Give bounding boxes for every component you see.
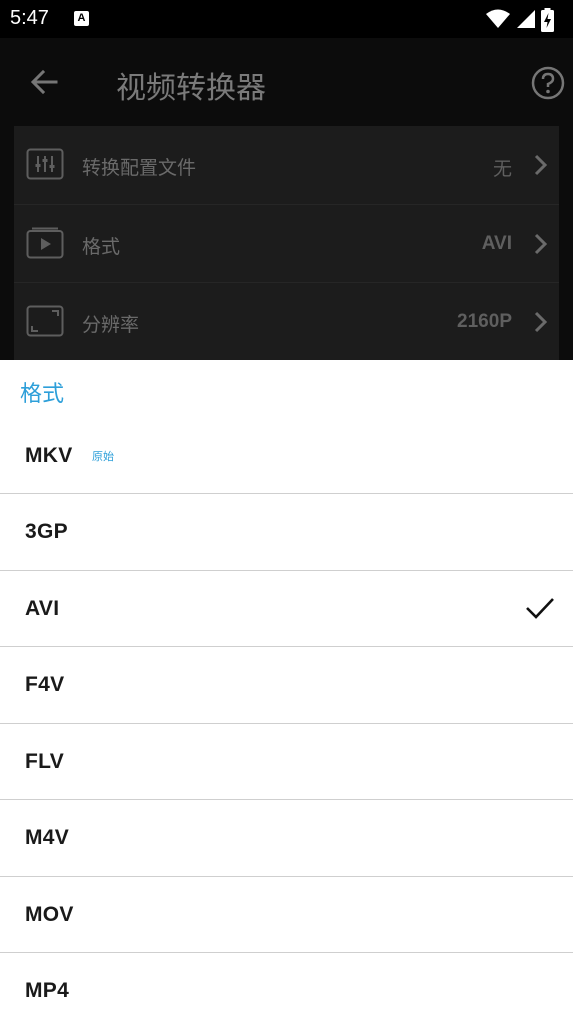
format-option-label: MKV [25,444,73,467]
background-content: 转换配置文件 无 格式 AVI 分辨率 2160P [0,126,573,360]
settings-value-resolution: 2160P [457,311,512,332]
format-option-flv[interactable]: FLV [0,724,573,800]
format-option-label: FLV [25,749,65,773]
original-badge: 原始 [92,450,114,463]
page-title: 视频转换器 [116,71,266,106]
settings-card: 转换配置文件 无 格式 AVI 分辨率 2160P [14,126,559,360]
cellular-signal-icon [517,10,535,28]
chevron-right-icon [534,154,548,176]
chevron-right-icon [534,233,548,255]
format-option-label: F4V [25,673,65,696]
format-option-m4v[interactable]: M4V [0,800,573,877]
settings-value-format: AVI [481,233,512,254]
settings-label-profile: 转换配置文件 [82,157,197,179]
wifi-icon [486,9,510,28]
format-list: MKV 原始 3GP AVI F4V FLV M4V MOV MP4 [0,418,573,1018]
check-icon [526,597,554,619]
settings-value-profile: 无 [492,158,512,180]
format-option-3gp[interactable]: 3GP [0,494,573,571]
help-circle-icon[interactable] [531,66,565,100]
video-play-icon [26,227,64,259]
chevron-right-icon [534,311,548,333]
format-option-label: MOV [25,902,74,926]
a-notification-icon: A [74,11,89,26]
format-option-label: M4V [25,826,70,849]
format-option-mp4[interactable]: MP4 [0,953,573,1018]
settings-label-resolution: 分辨率 [82,314,140,336]
format-option-f4v[interactable]: F4V [0,647,573,724]
format-option-mov[interactable]: MOV [0,877,573,953]
settings-label-format: 格式 [82,236,121,258]
format-option-label: AVI [25,596,60,620]
battery-charging-icon [541,8,554,32]
arrow-left-icon[interactable] [28,66,60,98]
app-bar: 视频转换器 [0,38,573,126]
format-option-label: MP4 [25,979,70,1002]
format-option-mkv[interactable]: MKV 原始 [0,418,573,494]
settings-row-profile[interactable]: 转换配置文件 无 [14,126,559,204]
settings-row-resolution[interactable]: 分辨率 2160P [14,282,559,360]
sliders-icon [26,148,64,180]
status-icons [485,8,565,32]
sheet-title: 格式 [20,382,65,407]
format-option-avi[interactable]: AVI [0,571,573,647]
format-bottom-sheet: 格式 MKV 原始 3GP AVI F4V FLV M4V MOV MP4 [0,360,573,1018]
settings-row-format[interactable]: 格式 AVI [14,204,559,282]
format-option-label: 3GP [25,520,68,543]
status-bar: 5:47 A [0,0,573,38]
resolution-frame-icon [26,305,64,337]
status-time: 5:47 [10,7,49,29]
